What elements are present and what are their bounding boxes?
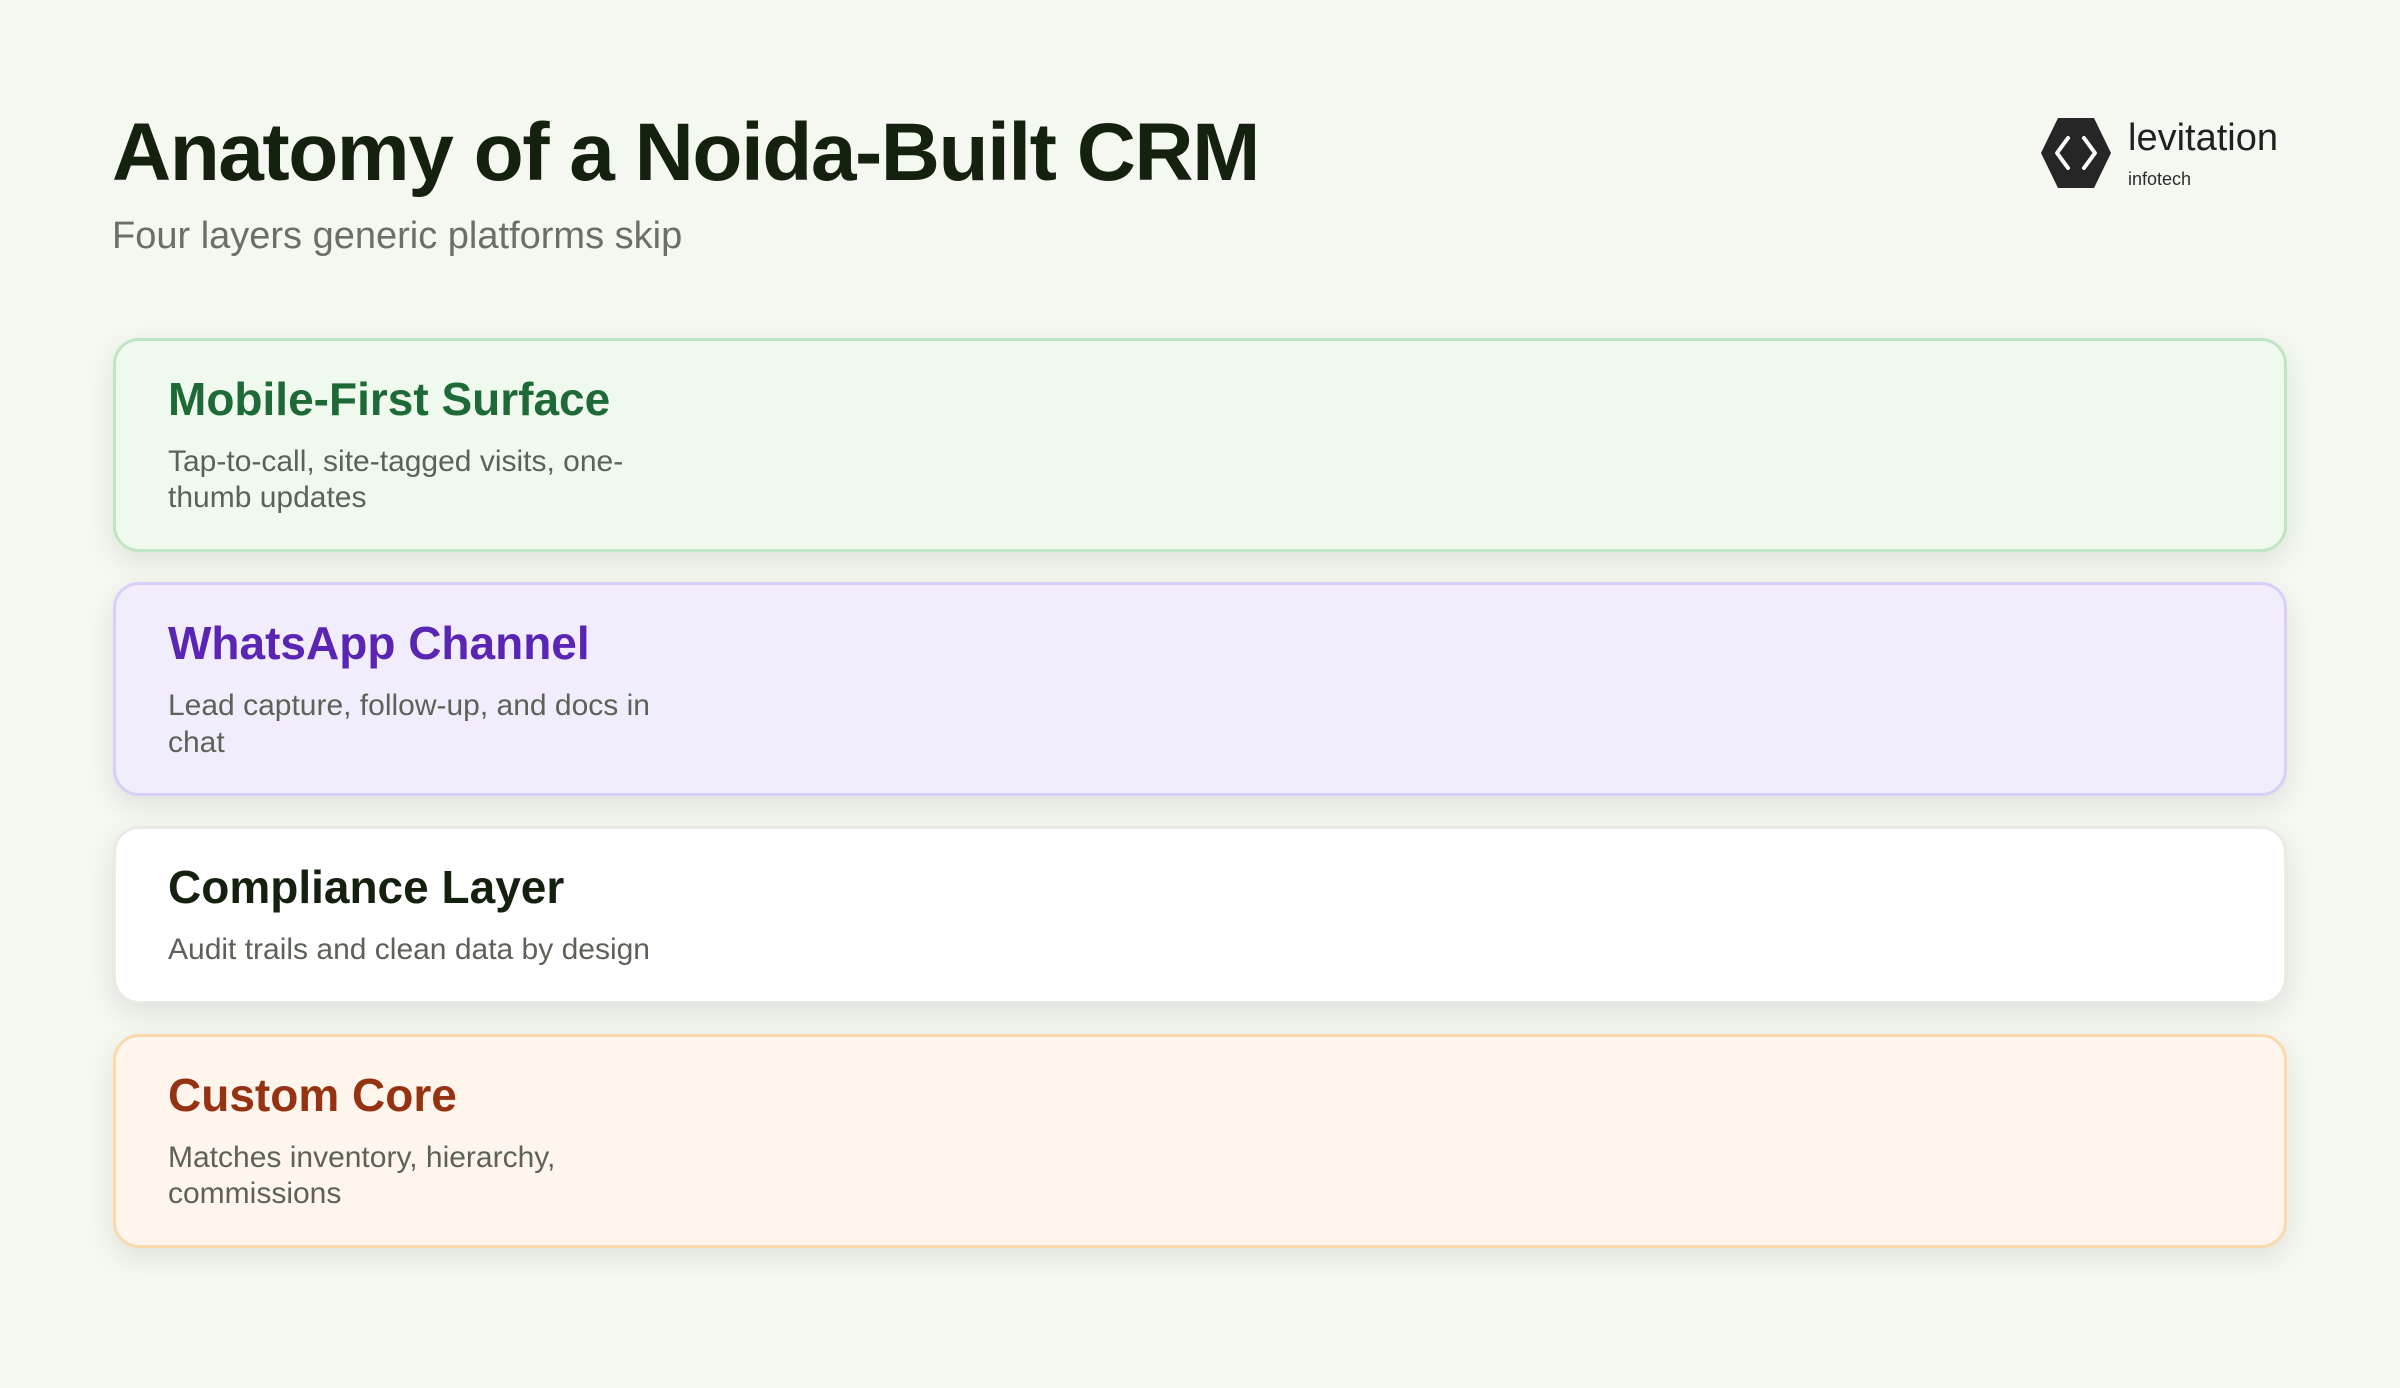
layer-card-mobile-first: Mobile-First Surface Tap-to-call, site-t…	[113, 338, 2287, 553]
slide: Anatomy of a Noida-Built CRM Four layers…	[0, 0, 2400, 1388]
layer-description: Tap-to-call, site-tagged visits, one-thu…	[168, 444, 624, 515]
layer-title: Compliance Layer	[168, 861, 565, 914]
brand-logo: levitation infotech	[2040, 116, 2290, 196]
hexagon-code-logo-icon	[2041, 118, 2111, 188]
brand-name: levitation	[2128, 117, 2278, 159]
page-subtitle: Four layers generic platforms skip	[112, 215, 683, 257]
layer-description: Lead capture, follow-up, and docs in cha…	[168, 688, 650, 759]
layer-card-custom-core: Custom Core Matches inventory, hierarchy…	[113, 1033, 2287, 1248]
brand-tagline: infotech	[2128, 169, 2192, 189]
layer-title: Mobile-First Surface	[168, 373, 611, 425]
layer-description: Matches inventory, hierarchy, commission…	[168, 1140, 556, 1211]
page-title: Anatomy of a Noida-Built CRM	[112, 107, 1260, 198]
layer-card-whatsapp: WhatsApp Channel Lead capture, follow-up…	[113, 582, 2287, 797]
layer-title: WhatsApp Channel	[168, 617, 590, 670]
layer-card-compliance: Compliance Layer Audit trails and clean …	[113, 826, 2287, 1004]
layer-title: Custom Core	[168, 1068, 457, 1121]
layer-description: Audit trails and clean data by design	[168, 933, 650, 967]
layer-stack: Mobile-First Surface Tap-to-call, site-t…	[113, 338, 2287, 1278]
